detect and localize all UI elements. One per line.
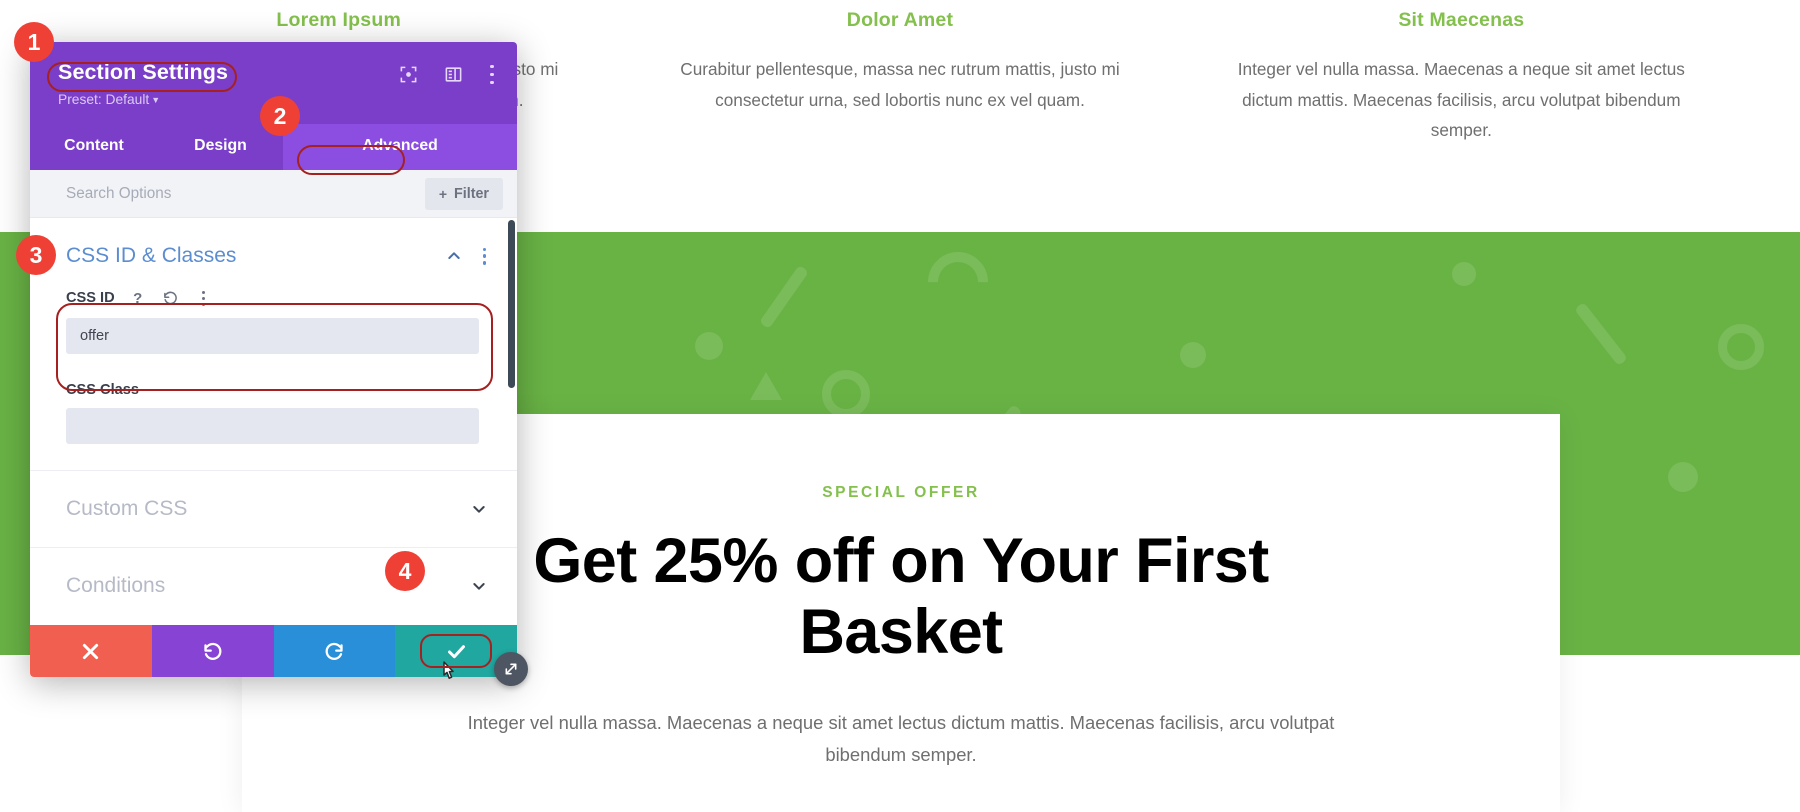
- cancel-button[interactable]: [30, 625, 152, 677]
- screenshot-root: Lorem Ipsum Curabitur pellentesque, mass…: [0, 0, 1800, 812]
- more-options-icon[interactable]: [489, 65, 495, 84]
- redo-button[interactable]: [273, 625, 396, 677]
- annotation-badge-2: 2: [260, 96, 300, 136]
- search-input[interactable]: Search Options: [66, 185, 425, 203]
- section-custom-css-header[interactable]: Custom CSS: [30, 471, 517, 547]
- modal-scrollbar[interactable]: [508, 220, 515, 388]
- offer-subtitle: Integer vel nulla massa. Maecenas a nequ…: [467, 712, 1335, 766]
- column-title: Sit Maecenas: [1398, 9, 1525, 31]
- column-title: Lorem Ipsum: [276, 9, 401, 31]
- text-column: Sit Maecenas Integer vel nulla massa. Ma…: [1181, 0, 1742, 232]
- text-column: Dolor Amet Curabitur pellentesque, massa…: [619, 0, 1180, 232]
- modal-header-icons: [399, 60, 495, 84]
- focus-icon[interactable]: [399, 65, 418, 84]
- annotation-badge-1: 1: [14, 22, 54, 62]
- section-conditions-header[interactable]: Conditions: [30, 548, 517, 624]
- chevron-down-icon[interactable]: [471, 501, 487, 517]
- section-title: Custom CSS: [66, 497, 188, 520]
- resize-handle[interactable]: [494, 652, 528, 686]
- undo-button[interactable]: [151, 625, 274, 677]
- decor-triangle-icon: [750, 372, 782, 400]
- annotation-badge-4: 4: [385, 551, 425, 591]
- decor-ring-icon: [822, 370, 870, 418]
- section-title: CSS ID & Classes: [66, 244, 237, 267]
- plus-icon: +: [438, 185, 448, 202]
- decor-dot-icon: [1180, 342, 1206, 368]
- decor-bar-icon: [759, 264, 809, 330]
- filter-button[interactable]: + Filter: [424, 177, 503, 210]
- decor-dot-icon: [1452, 262, 1476, 286]
- tab-content[interactable]: Content: [30, 124, 158, 170]
- decor-dot-icon: [1668, 462, 1698, 492]
- chevron-down-icon[interactable]: [471, 578, 487, 594]
- more-options-icon[interactable]: [482, 247, 487, 265]
- decor-dot-icon: [695, 332, 723, 360]
- highlight-save-button: [420, 634, 492, 668]
- decor-bar-icon: [1574, 301, 1628, 367]
- search-options-bar: Search Options + Filter: [30, 170, 517, 218]
- annotation-badge-3: 3: [16, 235, 56, 275]
- decor-ring-icon: [1718, 324, 1764, 370]
- column-title: Dolor Amet: [846, 9, 954, 31]
- decor-arc-icon: [915, 239, 1001, 325]
- layout-panel-icon[interactable]: [444, 65, 463, 84]
- column-body: Integer vel nulla massa. Maecenas a nequ…: [1237, 59, 1685, 141]
- modal-body: CSS ID & Classes CSS ID ? offer CSS Clas…: [30, 218, 517, 677]
- tab-design[interactable]: Design: [158, 124, 283, 170]
- highlight-advanced-tab: [297, 145, 405, 175]
- preset-label: Preset: Default: [58, 92, 150, 107]
- modal-scroll-area: CSS ID & Classes CSS ID ? offer CSS Clas…: [30, 218, 517, 677]
- highlight-section-settings-title: [47, 62, 237, 92]
- column-body: Curabitur pellentesque, massa nec rutrum…: [680, 59, 1120, 110]
- chevron-down-icon: ▼: [151, 95, 161, 105]
- chevron-up-icon[interactable]: [446, 248, 462, 264]
- preset-selector[interactable]: Preset: Default ▼: [58, 92, 228, 107]
- css-class-input[interactable]: [66, 408, 479, 444]
- filter-button-label: Filter: [454, 185, 489, 202]
- highlight-css-id-field: [56, 303, 493, 391]
- css-class-field: CSS Class: [30, 382, 517, 444]
- section-css-id-classes-header[interactable]: CSS ID & Classes: [30, 218, 517, 288]
